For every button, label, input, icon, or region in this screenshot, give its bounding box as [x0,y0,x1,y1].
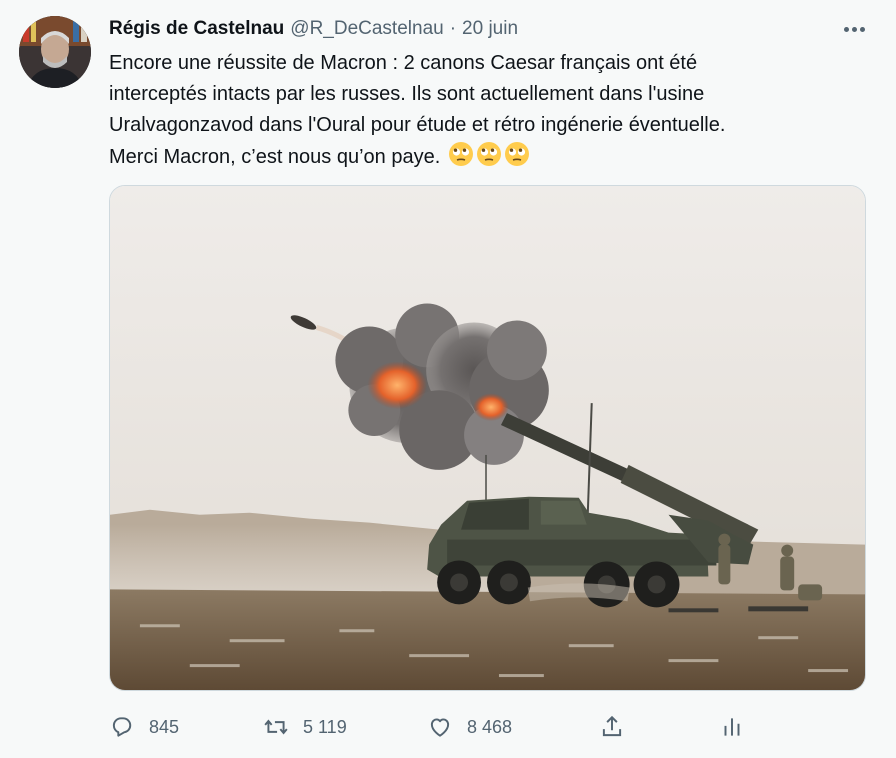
like-button[interactable]: 8 468 [427,707,512,747]
rolling-eyes-emoji-icon [448,141,474,177]
reply-icon [109,714,135,740]
retweet-count: 5 119 [303,716,347,737]
analytics-icon [719,714,745,740]
tweet-text-line: Merci Macron, c’est nous qu’on paye. [109,146,441,168]
retweet-button[interactable]: 5 119 [263,707,347,747]
reply-count: 845 [149,716,180,737]
share-icon [599,714,625,740]
avatar[interactable] [19,16,91,88]
more-options-icon[interactable] [840,17,868,41]
tweet-text-line-last: Merci Macron, c’est nous qu’on paye. [109,141,849,177]
tweet[interactable]: Régis de Castelnau @R_DeCastelnau · 20 j… [0,0,896,758]
tweet-text-line: Encore une réussite de Macron : 2 canons… [109,52,698,74]
rolling-eyes-emoji-icon [504,141,530,177]
reply-button[interactable]: 845 [109,707,179,747]
tweet-text: Encore une réussite de Macron : 2 canons… [109,48,849,177]
rolling-eyes-emoji-icon [476,141,502,177]
tweet-header: Régis de Castelnau @R_DeCastelnau · 20 j… [109,15,518,43]
like-count: 8 468 [467,716,513,737]
share-button[interactable] [599,707,625,747]
retweet-icon [263,714,289,740]
tweet-photo[interactable] [109,185,866,691]
heart-icon [427,714,453,740]
author-name[interactable]: Régis de Castelnau [109,18,284,40]
tweet-actions: 845 5 119 8 468 [109,707,759,747]
tweet-text-line: Uralvagonzavod dans l'Oural pour étude e… [109,114,726,136]
tweet-date[interactable]: 20 juin [462,18,518,40]
analytics-button[interactable] [719,707,745,747]
separator-dot: · [449,18,457,39]
tweet-text-line: interceptés intacts par les russes. Ils … [109,83,705,105]
author-handle[interactable]: @R_DeCastelnau [290,18,443,40]
